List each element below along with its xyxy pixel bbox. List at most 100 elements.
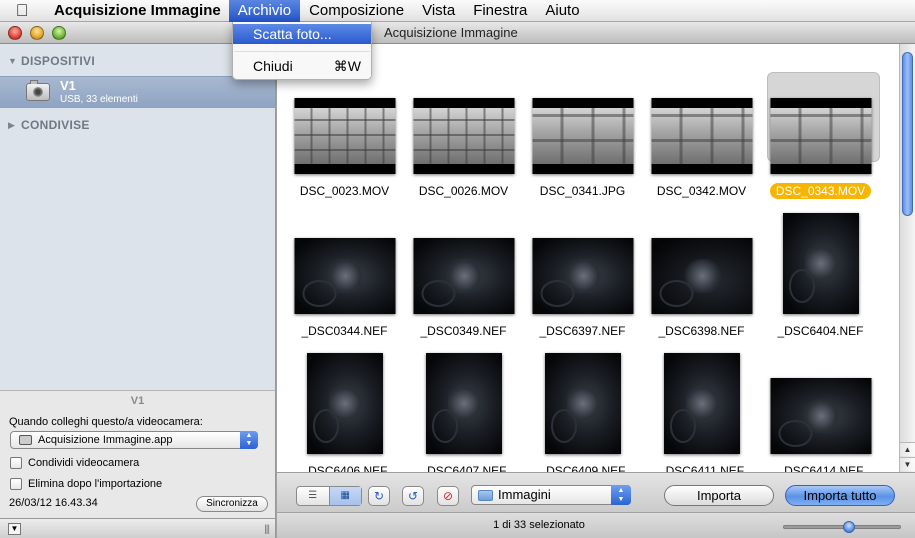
disclosure-down-icon[interactable]: ▼ — [8, 56, 17, 66]
connect-app-value: Acquisizione Immagine.app — [38, 434, 173, 446]
thumbnail-item[interactable]: _DSC6407.NEF — [404, 353, 523, 488]
thumbnail-image[interactable] — [663, 353, 740, 454]
zoom-window-button[interactable] — [52, 26, 66, 40]
menu-item-scatta-foto[interactable]: Scatta foto... — [233, 24, 371, 44]
thumbnail-image[interactable] — [782, 213, 859, 314]
thumbnail-filename: DSC_0023.MOV — [299, 184, 390, 198]
thumbnail-image[interactable] — [544, 353, 621, 454]
sidebar-footer: ▼ ||| — [0, 518, 275, 538]
checkbox-box[interactable] — [10, 457, 22, 469]
menu-composizione[interactable]: Composizione — [300, 0, 413, 22]
thumbnail-item[interactable]: _DSC6414.NEF — [761, 358, 880, 488]
thumbnail-image[interactable] — [294, 98, 395, 174]
folder-icon — [478, 490, 493, 501]
bottom-toolbar: ☰ ▦ ↻ ↺ ⊘ Immagini ▲ ▼ Importa Importa tu… — [277, 472, 915, 512]
device-date: 26/03/12 16.43.34 — [9, 497, 98, 509]
menu-finestra[interactable]: Finestra — [464, 0, 536, 22]
devices-section-header[interactable]: ▼ DISPOSITIVI — [8, 54, 95, 68]
thumbnail-item[interactable]: _DSC6411.NEF — [642, 353, 761, 488]
rotate-left-icon[interactable]: ↻ — [368, 486, 390, 506]
thumbnail-filename: DSC_0026.MOV — [418, 184, 509, 198]
checkbox-box[interactable] — [10, 478, 22, 490]
menu-separator — [234, 51, 370, 52]
menu-item-label: Scatta foto... — [253, 26, 332, 42]
menu-archivio[interactable]: Archivio — [228, 0, 301, 22]
toggle-panel-icon[interactable]: ▼ — [8, 523, 21, 535]
thumbnail-image[interactable] — [425, 353, 502, 454]
thumbnail-size-slider[interactable] — [783, 521, 901, 533]
thumbnail-image[interactable] — [532, 98, 633, 174]
thumbnail-filename: DSC_0341.JPG — [539, 184, 626, 198]
apple-logo-icon[interactable]:  — [0, 0, 44, 22]
app-icon — [19, 435, 32, 445]
thumbnail-item[interactable]: _DSC6404.NEF — [761, 213, 880, 348]
scrollbar-thumb[interactable] — [902, 52, 913, 216]
thumbnail-grid: DSC_0023.MOV DSC_0026.MOV DSC_0341.JPG DSC_… — [277, 44, 915, 478]
thumbnail-item[interactable]: _DSC0349.NEF — [404, 218, 523, 348]
menu-item-shortcut: ⌘W — [333, 58, 361, 74]
thumbnail-item[interactable]: _DSC6398.NEF — [642, 218, 761, 348]
thumbnail-item[interactable]: DSC_0023.MOV — [285, 78, 404, 208]
thumbnail-filename: _DSC0344.NEF — [301, 324, 388, 338]
sync-button[interactable]: Sincronizza — [196, 496, 268, 512]
delete-icon[interactable]: ⊘ — [437, 486, 459, 506]
minimize-window-button[interactable] — [30, 26, 44, 40]
resize-grip-icon[interactable]: ||| — [264, 524, 270, 535]
thumbnail-image[interactable] — [294, 238, 395, 314]
import-button[interactable]: Importa — [664, 485, 774, 506]
disclosure-right-icon[interactable]: ▶ — [8, 120, 16, 131]
import-all-button[interactable]: Importa tutto — [785, 485, 895, 506]
select-arrows-icon: ▲ ▼ — [611, 485, 631, 505]
select-arrows-icon: ▲ ▼ — [240, 431, 258, 449]
device-panel-title: V1 — [130, 395, 145, 407]
thumbnail-item[interactable]: DSC_0343.MOV — [761, 72, 880, 208]
thumbnail-filename: _DSC0349.NEF — [420, 324, 507, 338]
menu-item-chiudi[interactable]: Chiudi ⌘W — [233, 56, 371, 76]
scroll-up-arrow-icon[interactable]: ▲ — [900, 442, 915, 456]
device-subtitle: USB, 33 elementi — [60, 94, 138, 105]
thumbnail-image[interactable] — [770, 378, 871, 454]
menu-bar:  Acquisizione Immagine Archivio Composi… — [0, 0, 915, 22]
import-folder-select[interactable]: Immagini ▲ ▼ — [471, 485, 631, 505]
slider-knob[interactable] — [842, 521, 855, 533]
thumbnail-item[interactable]: DSC_0026.MOV — [404, 78, 523, 208]
thumbnail-item[interactable]: DSC_0341.JPG — [523, 78, 642, 208]
thumbnail-image[interactable] — [770, 98, 871, 174]
selection-status: 1 di 33 selezionato — [493, 519, 585, 531]
sidebar-item-device-v1[interactable]: V1 USB, 33 elementi — [0, 76, 275, 108]
list-view-icon[interactable]: ☰ — [297, 487, 329, 505]
delete-after-import-checkbox[interactable]: Elimina dopo l'importazione — [10, 478, 162, 490]
thumbnail-image[interactable] — [306, 353, 383, 454]
connect-action-label: Quando colleghi questo/a videocamera: — [9, 416, 203, 428]
thumbnail-image[interactable] — [532, 238, 633, 314]
menu-aiuto[interactable]: Aiuto — [536, 0, 588, 22]
close-window-button[interactable] — [8, 26, 22, 40]
vertical-scrollbar[interactable]: ▲ ▼ — [899, 44, 915, 472]
thumbnail-item[interactable]: _DSC6406.NEF — [285, 353, 404, 488]
share-camera-checkbox[interactable]: Condividi videocamera — [10, 457, 139, 469]
thumbnail-filename: _DSC6397.NEF — [539, 324, 626, 338]
thumbnail-image[interactable] — [651, 98, 752, 174]
thumbnail-image[interactable] — [651, 238, 752, 314]
menu-vista[interactable]: Vista — [413, 0, 464, 22]
thumbnail-item[interactable]: DSC_0342.MOV — [642, 78, 761, 208]
thumbnail-item[interactable]: _DSC6409.NEF — [523, 353, 642, 488]
view-mode-segmented[interactable]: ☰ ▦ — [296, 486, 362, 506]
thumbnail-filename: DSC_0342.MOV — [656, 184, 747, 198]
connect-app-select[interactable]: Acquisizione Immagine.app ▲ ▼ — [10, 431, 258, 449]
scroll-down-arrow-icon[interactable]: ▼ — [900, 457, 915, 471]
thumbnail-image[interactable] — [413, 238, 514, 314]
app-menu[interactable]: Acquisizione Immagine — [44, 0, 229, 22]
devices-header-label: DISPOSITIVI — [21, 54, 95, 68]
archivio-menu-dropdown: Scatta foto... Chiudi ⌘W — [232, 22, 372, 80]
thumbnail-image[interactable] — [413, 98, 514, 174]
rotate-right-icon[interactable]: ↺ — [402, 486, 424, 506]
share-camera-label: Condividi videocamera — [28, 457, 140, 469]
thumbnail-item[interactable]: _DSC0344.NEF — [285, 218, 404, 348]
shared-section-header[interactable]: ▶ CONDIVISE — [8, 118, 90, 132]
grid-view-icon[interactable]: ▦ — [328, 487, 361, 505]
thumbnail-filename: DSC_0343.MOV — [761, 183, 880, 199]
delete-after-import-label: Elimina dopo l'importazione — [28, 478, 163, 490]
thumbnail-item[interactable]: _DSC6397.NEF — [523, 218, 642, 348]
device-settings-panel: V1 Quando colleghi questo/a videocamera:… — [0, 390, 275, 518]
